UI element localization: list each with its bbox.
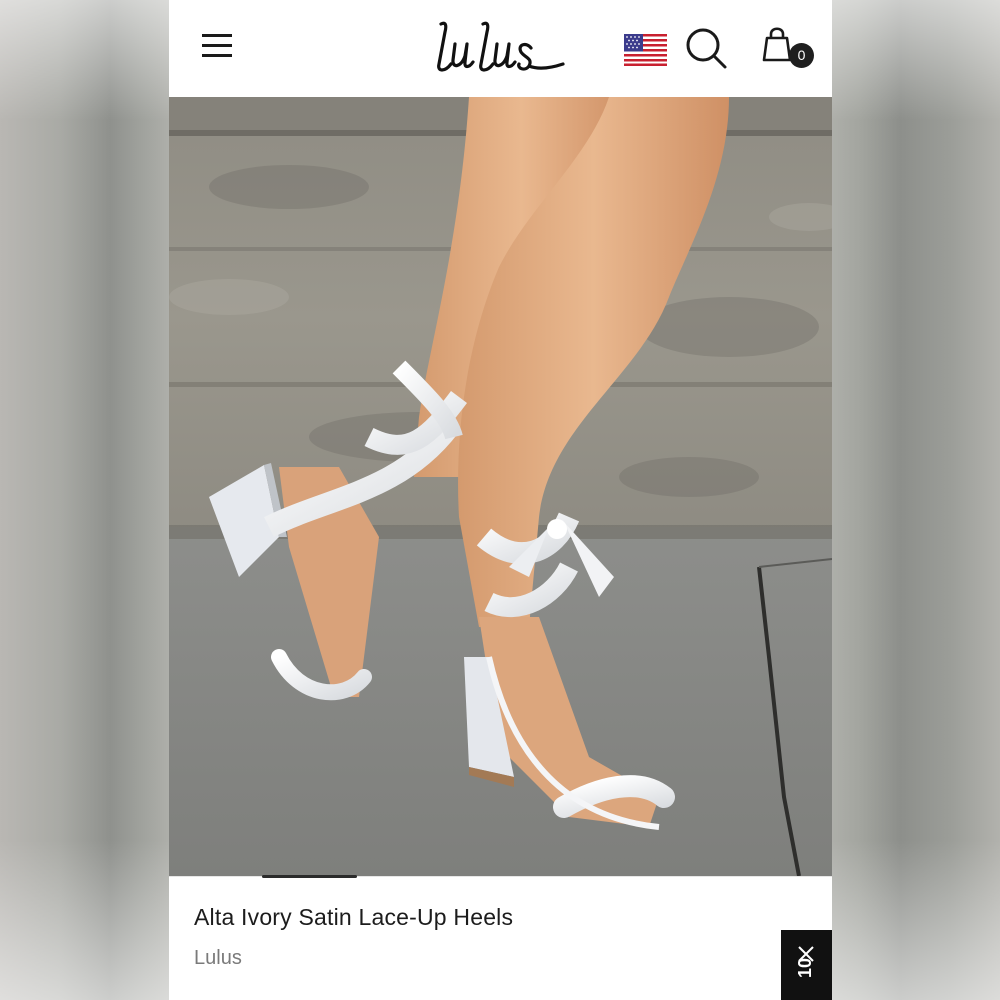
product-photo[interactable] (169, 97, 832, 876)
brand-logo[interactable] (431, 18, 567, 74)
promo-side-tab[interactable]: 10 (781, 930, 832, 1000)
search-icon[interactable] (684, 26, 728, 70)
site-header: 0 (169, 0, 832, 97)
carousel-indicator-active[interactable] (262, 875, 357, 878)
hamburger-menu-icon[interactable] (199, 30, 237, 62)
product-title: Alta Ivory Satin Lace-Up Heels (194, 904, 514, 930)
cart-count-badge[interactable]: 0 (789, 43, 814, 68)
mobile-page: 0 Alta Ivory Satin Lace-Up Heels Lulus 1… (169, 0, 832, 1000)
us-flag-icon[interactable] (624, 34, 667, 66)
screenshot-frame: 0 Alta Ivory Satin Lace-Up Heels Lulus 1… (0, 0, 1000, 1000)
promo-tab-label[interactable]: 10 (795, 948, 816, 978)
product-brand[interactable]: Lulus (194, 947, 242, 970)
